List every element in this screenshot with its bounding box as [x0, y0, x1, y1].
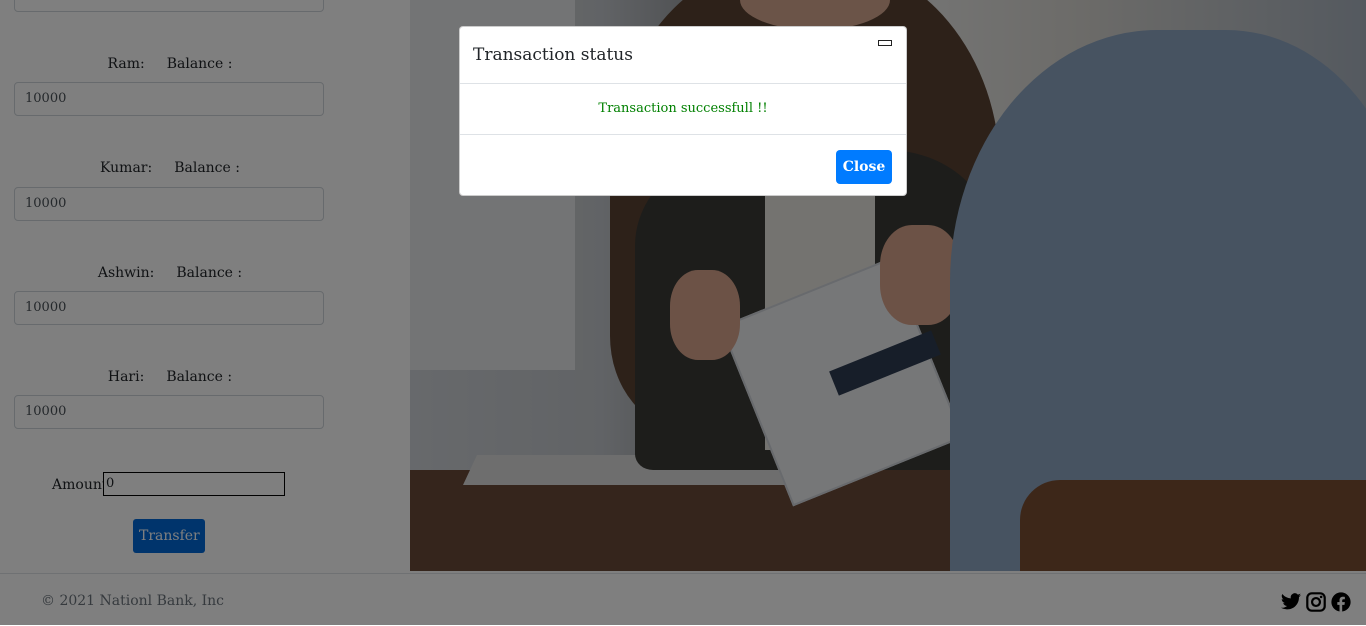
modal-title: Transaction status	[473, 45, 633, 65]
modal-header: Transaction status	[460, 27, 906, 84]
close-button[interactable]: Close	[836, 150, 892, 184]
modal-body: Transaction successfull !!	[460, 84, 906, 135]
transaction-status-modal: Transaction status Transaction successfu…	[459, 26, 907, 196]
modal-close-x-button[interactable]	[878, 40, 892, 46]
status-message: Transaction successfull !!	[598, 101, 768, 116]
modal-footer: Close	[460, 135, 906, 197]
